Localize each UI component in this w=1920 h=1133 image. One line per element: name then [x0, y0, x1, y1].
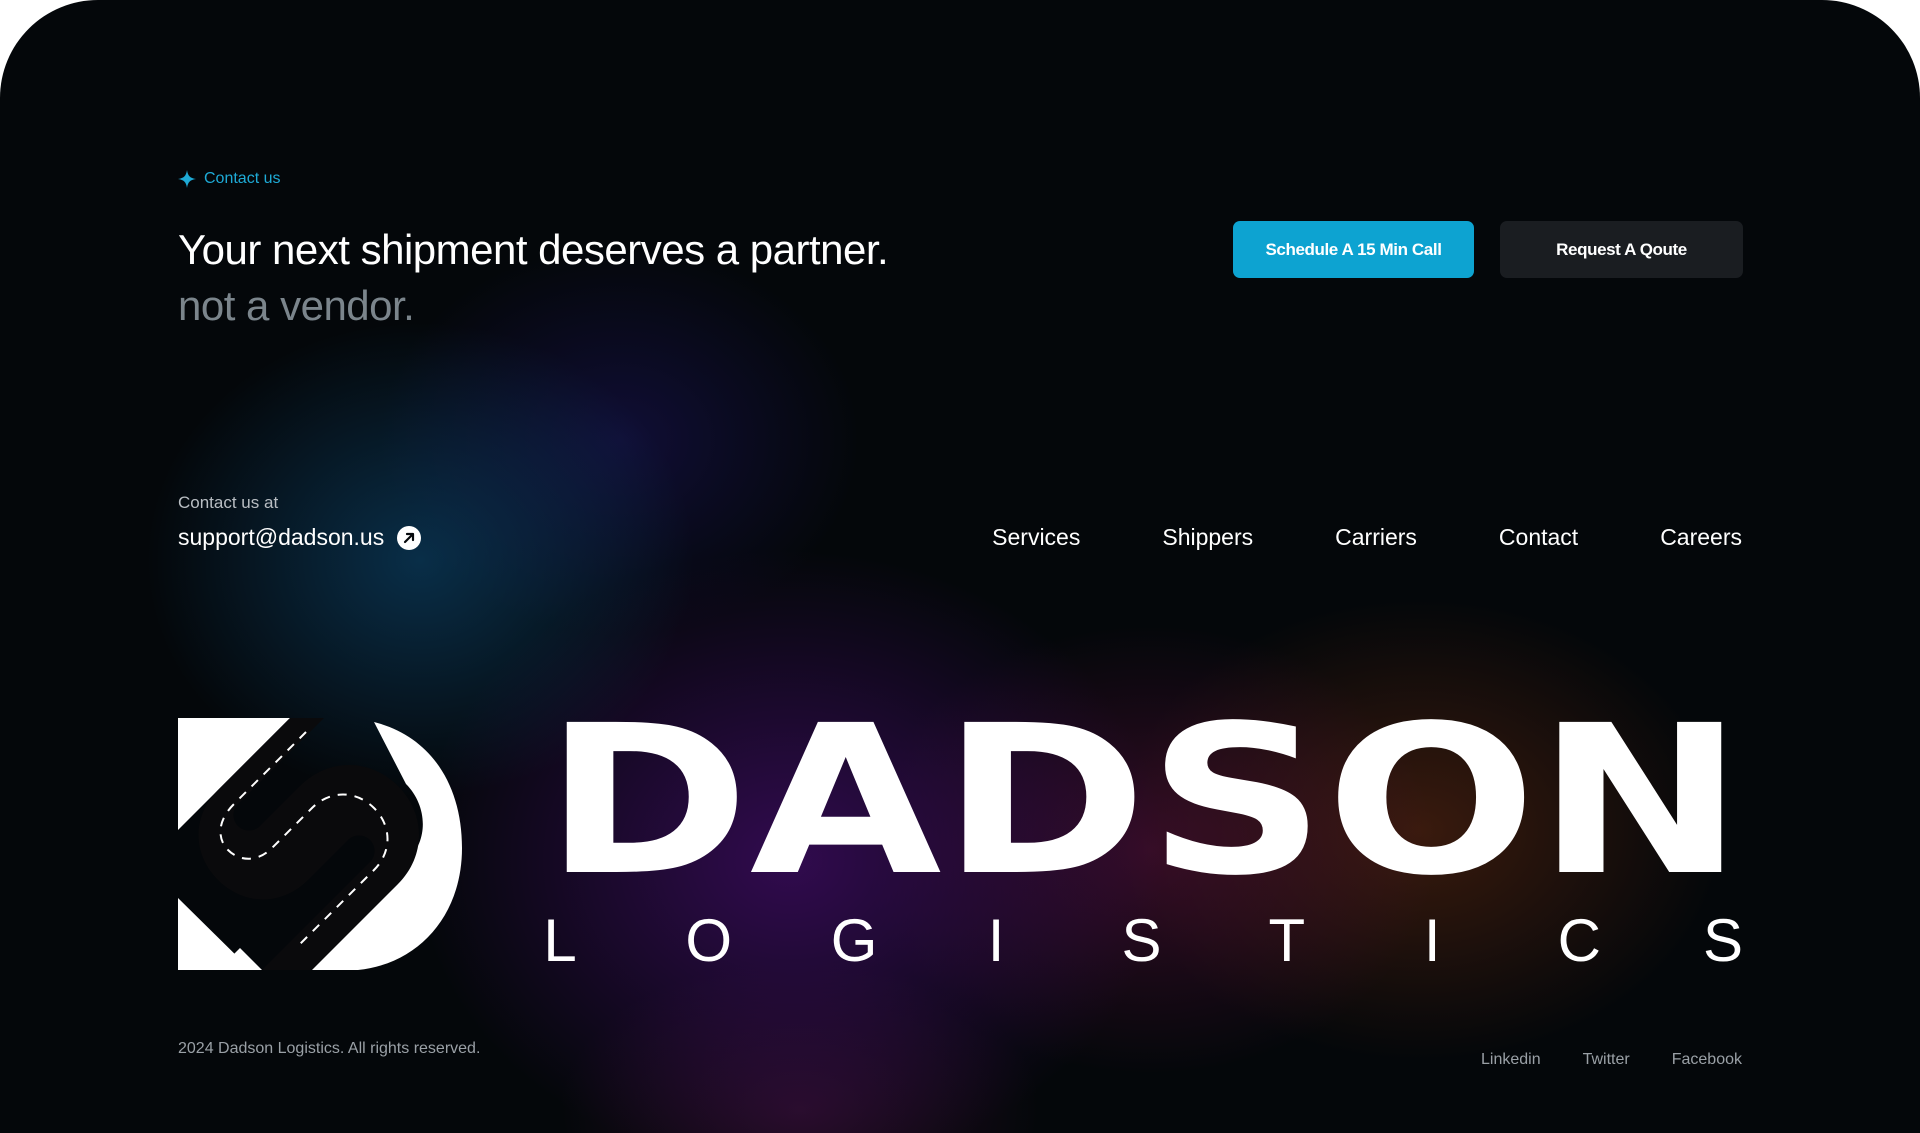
tagline-letter: T: [1268, 907, 1306, 974]
social-links: Linkedin Twitter Facebook: [1481, 1051, 1742, 1069]
headline-sub: not a vendor.: [178, 282, 415, 329]
road-s-logo-icon: [178, 718, 462, 970]
tagline-letter: S: [1703, 907, 1744, 974]
nav-item-shippers[interactable]: Shippers: [1162, 524, 1253, 551]
social-link-linkedin[interactable]: Linkedin: [1481, 1051, 1541, 1069]
tagline-letter: C: [1557, 907, 1601, 974]
eyebrow-label: Contact us: [204, 170, 281, 187]
social-link-twitter[interactable]: Twitter: [1583, 1051, 1630, 1069]
schedule-call-button[interactable]: Schedule A 15 Min Call: [1233, 221, 1474, 278]
wordmark-text: DADSON: [544, 712, 1744, 884]
nav-item-careers[interactable]: Careers: [1660, 524, 1742, 551]
email-link[interactable]: support@dadson.us: [178, 524, 384, 551]
tagline-letter: I: [1423, 907, 1441, 974]
social-link-facebook[interactable]: Facebook: [1672, 1051, 1742, 1069]
footer-nav: Services Shippers Carriers Contact Caree…: [992, 524, 1742, 551]
headline: Your next shipment deserves a partner. n…: [178, 222, 889, 334]
email-row: support@dadson.us: [178, 524, 422, 551]
copyright: 2024 Dadson Logistics. All rights reserv…: [178, 1040, 481, 1057]
tagline-letter: G: [830, 907, 878, 974]
contact-label: Contact us at: [178, 493, 279, 512]
tagline-letter: S: [1121, 907, 1162, 974]
external-link-arrow-icon[interactable]: [396, 525, 422, 551]
contact-eyebrow: Contact us: [178, 170, 280, 188]
nav-item-services[interactable]: Services: [992, 524, 1080, 551]
dadson-wordmark: DADSON: [544, 712, 1744, 884]
tagline-letter: I: [987, 907, 1005, 974]
request-quote-button[interactable]: Request A Qoute: [1500, 221, 1743, 278]
tagline-letter: O: [685, 907, 733, 974]
headline-main: Your next shipment deserves a partner.: [178, 226, 889, 273]
tagline-letter: L: [543, 907, 577, 974]
nav-item-carriers[interactable]: Carriers: [1335, 524, 1417, 551]
sparkle-icon: [178, 170, 196, 188]
footer-panel: Contact us Your next shipment deserves a…: [0, 0, 1920, 1133]
nav-item-contact[interactable]: Contact: [1499, 524, 1578, 551]
logistics-tagline: L O G I S T I C S: [540, 908, 1743, 974]
